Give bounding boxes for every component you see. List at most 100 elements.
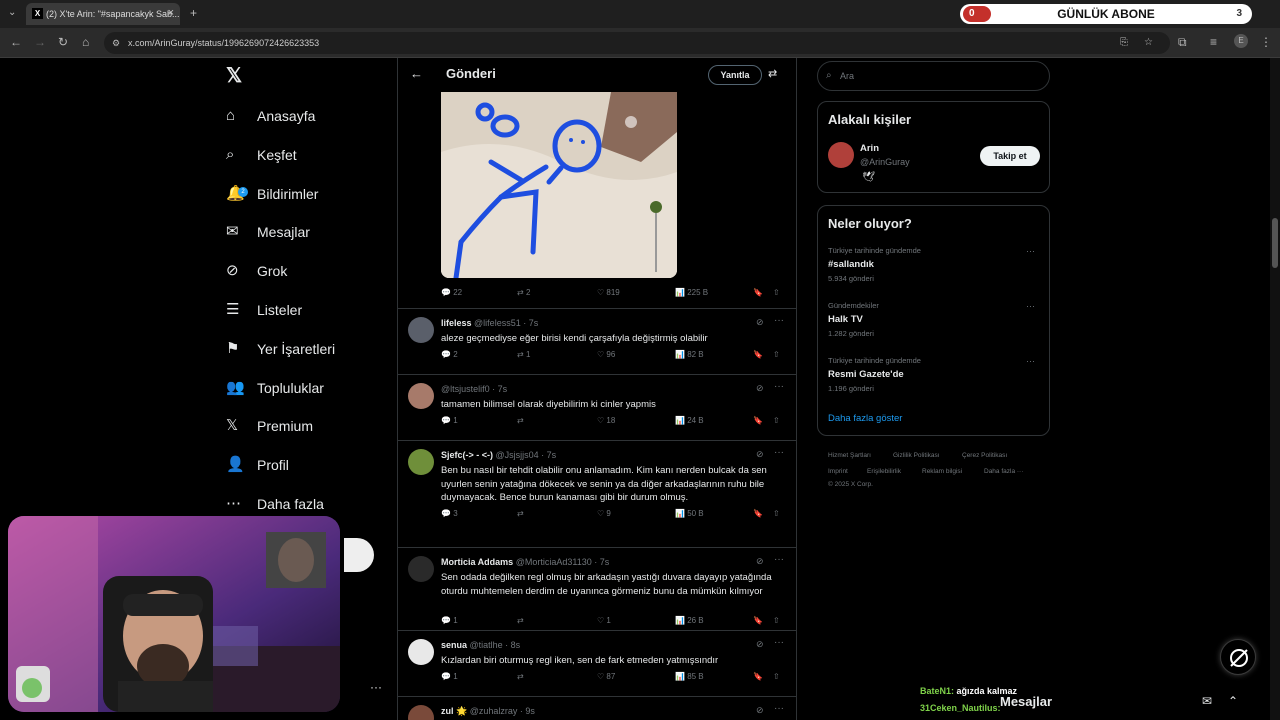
bookmark-icon[interactable]: 🔖	[753, 616, 763, 625]
trend-name[interactable]: #sallandık	[828, 259, 874, 270]
author-handle[interactable]: @zuhalzray · 9s	[470, 706, 535, 716]
repost-action[interactable]: ⇄	[517, 616, 524, 625]
avatar[interactable]	[408, 639, 434, 665]
sidebar-item-3[interactable]: ✉ Mesajlar	[226, 217, 310, 247]
like-action[interactable]: ♡ 819	[597, 288, 620, 297]
footer-link[interactable]: Imprint	[828, 468, 848, 475]
avatar[interactable]	[408, 383, 434, 409]
views-action[interactable]: 📊 24 B	[675, 416, 704, 425]
more-icon[interactable]: ···	[1026, 301, 1035, 311]
address-bar[interactable]: ⚙ x.com/ArinGuray/status/199626907242662…	[104, 32, 1170, 54]
share-icon[interactable]: ⇧	[773, 416, 780, 425]
more-icon[interactable]: ···	[1026, 356, 1035, 366]
reply-tweet[interactable]: @ltsjustelif0 · 7s ⊘ ··· tamamen bilimse…	[398, 374, 796, 440]
more-icon[interactable]: ···	[774, 637, 784, 648]
footer-link[interactable]: Reklam bilgisi	[922, 468, 962, 475]
tab-list-icon[interactable]: ⌄	[8, 6, 16, 20]
views-action[interactable]: 📊 82 B	[675, 350, 704, 359]
share-icon[interactable]: ⇧	[773, 509, 780, 518]
person-name[interactable]: Arin	[860, 143, 879, 154]
bookmark-icon[interactable]: 🔖	[753, 350, 763, 359]
repost-action[interactable]: ⇄	[517, 672, 524, 681]
share-icon[interactable]: ⇧	[773, 672, 780, 681]
avatar[interactable]	[408, 449, 434, 475]
browser-tab[interactable]: X (2) X'te Arin: "#sapancakyk Sab... ×	[26, 3, 180, 25]
settings-sliders-icon[interactable]: ⇄	[768, 67, 777, 80]
reply-action[interactable]: 💬 1	[441, 416, 458, 425]
back-arrow-icon[interactable]: ←	[410, 66, 423, 81]
close-icon[interactable]: ×	[168, 7, 174, 19]
forward-icon[interactable]: →	[34, 35, 46, 49]
like-action[interactable]: ♡ 9	[597, 509, 611, 518]
menu-icon[interactable]: ⋮	[1260, 35, 1272, 49]
compose-message-icon[interactable]: ✉	[1202, 694, 1212, 708]
footer-link[interactable]: Erişilebilirlik	[867, 468, 901, 475]
install-icon[interactable]: ⎘	[1120, 36, 1128, 50]
star-icon[interactable]: ☆	[1144, 36, 1153, 50]
more-icon[interactable]: ···	[774, 381, 784, 392]
reply-action[interactable]: 💬 22	[441, 288, 462, 297]
reply-tweet[interactable]: Sjefc(-> - <-) @Jsjsjjs04 · 7s ⊘ ··· Ben…	[398, 440, 796, 547]
avatar[interactable]	[408, 705, 434, 720]
back-icon[interactable]: ←	[10, 35, 22, 49]
repost-action[interactable]: ⇄ 1	[517, 350, 530, 359]
grok-icon[interactable]: ⊘	[756, 317, 764, 328]
sidebar-item-8[interactable]: 𝕏 Premium	[226, 411, 313, 441]
views-action[interactable]: 📊 50 B	[675, 509, 704, 518]
reply-tweet[interactable]: senua @tiatlhe · 8s ⊘ ··· Kızlardan biri…	[398, 630, 796, 696]
footer-link[interactable]: Çerez Politikası	[962, 452, 1007, 459]
sidebar-item-7[interactable]: 👥 Topluluklar	[226, 373, 324, 403]
sidebar-item-0[interactable]: ⌂ Anasayfa	[226, 101, 315, 131]
like-action[interactable]: ♡ 96	[597, 350, 615, 359]
author-handle[interactable]: @lifeless51 · 7s	[474, 318, 538, 328]
author-handle[interactable]: @MorticiaAd31130 · 7s	[516, 557, 610, 567]
trend-name[interactable]: Halk TV	[828, 314, 863, 325]
footer-link[interactable]: Hizmet Şartları	[828, 452, 871, 459]
extensions-icon[interactable]: ⧉	[1178, 35, 1187, 49]
more-icon[interactable]: ···	[1026, 246, 1035, 256]
grok-icon[interactable]: ⊘	[756, 556, 764, 567]
expand-icon[interactable]: ⌃	[1228, 694, 1238, 708]
reply-action[interactable]: 💬 2	[441, 350, 458, 359]
show-more-link[interactable]: Daha fazla göster	[828, 413, 902, 424]
follow-button[interactable]: Takip et	[980, 146, 1040, 166]
reply-action[interactable]: 💬 1	[441, 616, 458, 625]
grok-icon[interactable]: ⊘	[756, 705, 764, 716]
profile-avatar[interactable]: E	[1234, 34, 1248, 48]
like-action[interactable]: ♡ 18	[597, 416, 615, 425]
bookmark-icon[interactable]: 🔖	[753, 288, 763, 297]
more-icon[interactable]: ···	[774, 447, 784, 458]
reload-icon[interactable]: ↻	[58, 35, 68, 49]
reply-action[interactable]: 💬 3	[441, 509, 458, 518]
reply-tweet[interactable]: zul 🌟 @zuhalzray · 9s ⊘ ···	[398, 696, 796, 720]
x-logo-icon[interactable]: 𝕏	[226, 66, 246, 86]
repost-action[interactable]: ⇄	[517, 416, 524, 425]
sidebar-item-10[interactable]: ⋯ Daha fazla	[226, 489, 324, 519]
bookmark-icon[interactable]: 🔖	[753, 672, 763, 681]
author-name[interactable]: lifeless	[441, 318, 472, 328]
repost-action[interactable]: ⇄	[517, 509, 524, 518]
author-name[interactable]: Sjefc(-> - <-)	[441, 450, 493, 460]
sidebar-item-2[interactable]: 🔔 2 Bildirimler	[226, 179, 318, 209]
post-button-partial[interactable]	[344, 538, 374, 572]
like-action[interactable]: ♡ 1	[597, 616, 611, 625]
home-icon[interactable]: ⌂	[82, 35, 89, 49]
sidebar-item-1[interactable]: ⌕ Keşfet	[226, 140, 297, 170]
reply-action[interactable]: 💬 1	[441, 672, 458, 681]
messages-drawer[interactable]: Mesajlar ✉ ⌃	[990, 686, 1256, 720]
bookmark-icon[interactable]: 🔖	[753, 509, 763, 518]
repost-action[interactable]: ⇄ 2	[517, 288, 530, 297]
share-icon[interactable]: ⇧	[773, 288, 780, 297]
author-handle[interactable]: @Jsjsjjs04 · 7s	[496, 450, 557, 460]
author-name[interactable]: senua	[441, 640, 467, 650]
more-icon[interactable]: ···	[774, 703, 784, 714]
avatar[interactable]	[408, 317, 434, 343]
more-icon[interactable]: ···	[774, 554, 784, 565]
views-action[interactable]: 📊 26 B	[675, 616, 704, 625]
views-action[interactable]: 📊 85 B	[675, 672, 704, 681]
trend-name[interactable]: Resmi Gazete'de	[828, 369, 904, 380]
post-image[interactable]	[441, 92, 677, 278]
reply-tweet[interactable]: lifeless @lifeless51 · 7s ⊘ ··· aleze ge…	[398, 308, 796, 374]
search-input[interactable]: ⌕ Ara	[817, 61, 1050, 91]
avatar[interactable]	[828, 142, 854, 168]
